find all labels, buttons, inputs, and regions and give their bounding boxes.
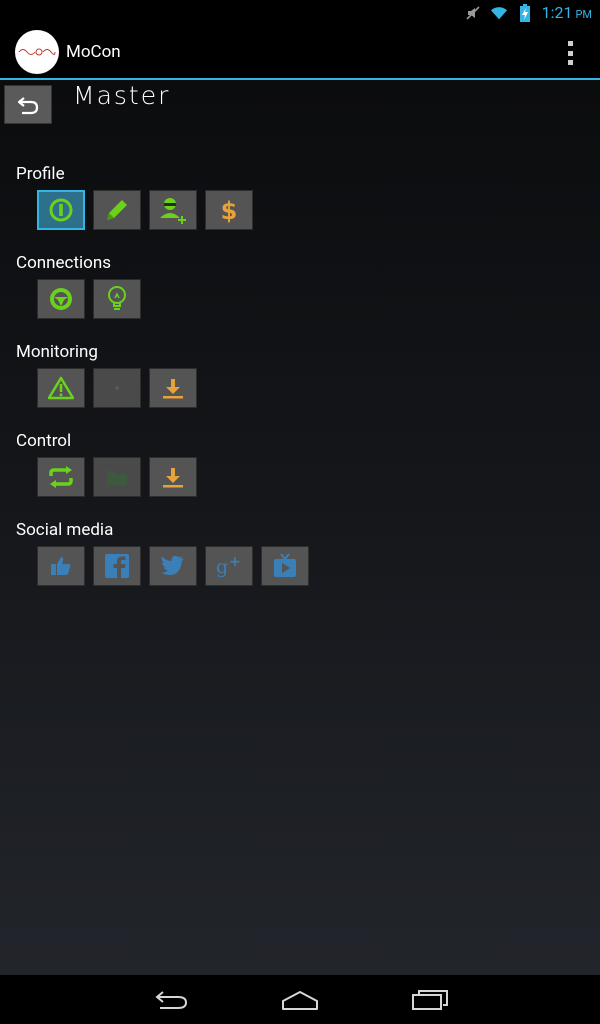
section-label-social-media: Social media [16,520,114,540]
overflow-menu-icon[interactable] [566,41,574,65]
power-icon [49,198,73,222]
add-user-icon [160,198,186,224]
nav-recents-icon [412,990,448,1010]
svg-text:+: + [229,554,241,570]
monitoring-button-row [37,368,197,408]
billing-button[interactable]: $ [205,190,253,230]
mute-icon [464,4,482,22]
nav-back-button[interactable] [152,987,192,1013]
nav-recents-button[interactable] [410,987,450,1013]
nav-back-icon [155,991,188,1009]
profile-button-row: $ [37,190,253,230]
monitoring-placeholder-button[interactable] [93,368,141,408]
light-connection-button[interactable] [93,279,141,319]
google-plus-button[interactable]: g + [205,546,253,586]
nav-home-button[interactable] [280,987,320,1013]
pencil-icon [107,200,127,220]
facebook-button[interactable] [93,546,141,586]
power-button[interactable] [37,190,85,230]
thumbs-up-icon [51,557,71,575]
section-label-profile: Profile [16,164,65,184]
control-button-row [37,457,197,497]
section-label-monitoring: Monitoring [16,342,98,362]
action-bar: MoCon [0,25,600,80]
steering-wheel-icon [50,288,72,310]
alerts-button[interactable] [37,368,85,408]
back-button[interactable] [4,85,52,124]
svg-text:g: g [216,556,228,578]
twitter-button[interactable] [149,546,197,586]
dollar-icon: $ [221,197,238,224]
control-download-button[interactable] [149,457,197,497]
nav-home-icon [282,991,318,1010]
youtube-button[interactable] [261,546,309,586]
vehicle-connection-button[interactable] [37,279,85,319]
svg-text:$: $ [221,197,238,224]
folder-icon [107,471,127,485]
placeholder-icon [115,386,119,390]
page-title: Master [73,81,171,110]
google-plus-icon: g + [216,554,241,578]
edit-profile-button[interactable] [93,190,141,230]
clock-time: 1:21 [541,3,573,22]
youtube-tv-icon [274,553,296,577]
folder-button[interactable] [93,457,141,497]
sync-button[interactable] [37,457,85,497]
mocon-logo-icon[interactable] [15,29,59,74]
main-content: Master Profile $ Connections Monitoring [0,80,600,975]
status-bar: 1:21 PM [0,0,600,25]
warning-icon [48,376,74,400]
section-label-connections: Connections [16,253,112,273]
download-icon [163,468,183,488]
download-icon [163,379,183,399]
like-button[interactable] [37,546,85,586]
add-user-button[interactable] [149,190,197,230]
connections-button-row [37,279,141,319]
twitter-icon [161,555,184,575]
wifi-icon [490,4,508,22]
sync-icon [49,466,73,488]
lightbulb-icon [108,286,126,310]
section-label-control: Control [16,431,72,451]
app-title: MoCon [66,41,121,62]
social-media-button-row: g + [37,546,309,586]
clock-ampm: PM [575,8,592,21]
facebook-icon [105,554,129,578]
clock: 1:21 PM [542,3,592,22]
navigation-bar [0,975,600,1024]
back-arrow-icon [17,96,39,114]
battery-charging-icon [516,3,534,22]
monitoring-download-button[interactable] [149,368,197,408]
